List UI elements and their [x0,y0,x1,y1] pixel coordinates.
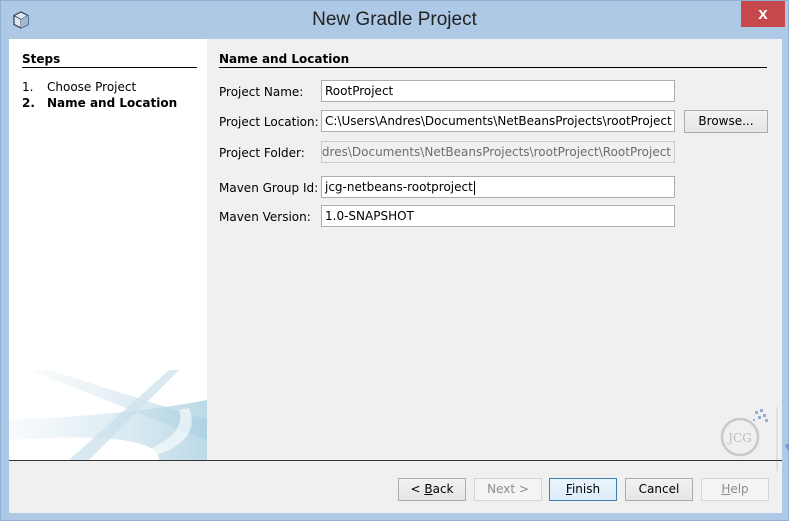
back-button[interactable]: < Back [398,478,466,501]
text-caret [473,180,475,195]
maven-group-id-value: jcg-netbeans-rootproject [325,180,473,194]
dialog-window: New Gradle Project x Steps 1. Choose Proj… [0,0,789,521]
pixel-dots-icon [753,409,768,422]
project-folder-input: C:\Users\Andres\Documents\NetBeansProjec… [321,141,675,163]
name-and-location-panel: Name and Location Project Name: RootProj… [207,39,789,471]
dialog-content: Steps 1. Choose Project 2. Name and Locati… [9,39,789,513]
project-location-input[interactable]: C:\Users\Andres\Documents\NetBeansProjec… [321,110,675,132]
decorative-swoosh-image [9,370,207,460]
back-rest: ack [432,482,454,496]
back-mnemonic: B [424,482,433,496]
finish-rest: inish [571,482,601,496]
step-number: 1. [22,80,34,94]
close-icon: x [758,4,768,23]
step-label: Name and Location [47,96,178,110]
browse-button[interactable]: Browse... [684,110,768,133]
next-button[interactable]: Next > [474,478,542,501]
maven-version-input[interactable]: 1.0-SNAPSHOT [321,205,675,227]
project-folder-value: C:\Users\Andres\Documents\NetBeansProjec… [321,145,671,159]
step-choose-project: 1. Choose Project [22,80,136,94]
project-name-label: Project Name: [219,85,304,99]
close-button[interactable]: x [741,1,785,27]
window-title: New Gradle Project [312,9,477,30]
back-prefix: < [410,482,425,496]
section-title: Name and Location [219,52,767,68]
steps-panel: Steps 1. Choose Project 2. Name and Locati… [9,39,207,460]
footer-divider [9,460,782,461]
cancel-button[interactable]: Cancel [625,478,693,501]
maven-group-id-label: Maven Group Id: [219,181,319,195]
project-name-input[interactable]: RootProject [321,80,675,102]
title-bar[interactable]: New Gradle Project x [1,1,788,38]
help-mnemonic: H [721,482,731,496]
logo-text: Java Code Geeks [785,420,789,459]
step-name-and-location: 2. Name and Location [22,96,177,110]
project-folder-label: Project Folder: [219,146,305,160]
finish-button[interactable]: Finish [549,478,617,501]
help-button[interactable]: Help [701,478,769,501]
step-label: Choose Project [47,80,137,94]
help-rest: elp [730,482,749,496]
maven-group-id-input[interactable]: jcg-netbeans-rootproject [321,176,675,198]
maven-version-label: Maven Version: [219,210,311,224]
steps-title: Steps [22,52,197,68]
jcg-badge-text: JCG [726,431,752,445]
project-location-label: Project Location: [219,115,319,129]
step-number: 2. [22,96,35,110]
